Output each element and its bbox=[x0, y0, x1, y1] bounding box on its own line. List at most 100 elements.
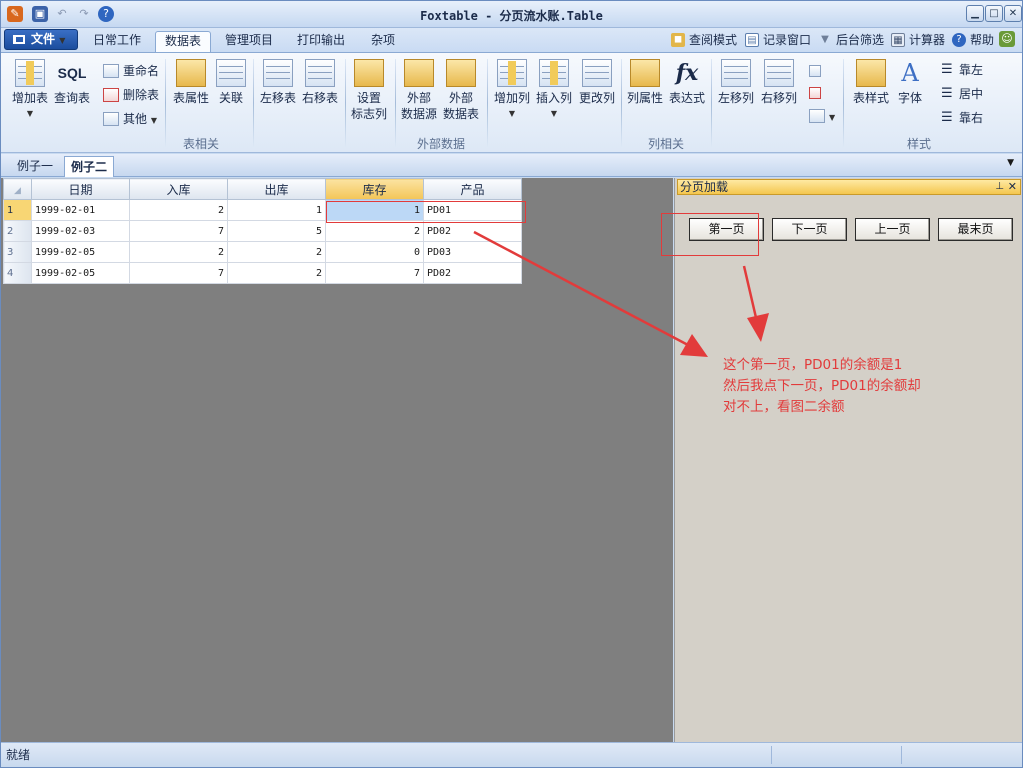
cell-product[interactable]: PD02 bbox=[423, 220, 522, 242]
view-mode-label: 查阅模式 bbox=[689, 33, 738, 47]
data-grid[interactable]: ◢ 日期 入库 出库 库存 产品 1 1999-02-01 2 1 1 PD01 bbox=[3, 178, 522, 284]
cell-in[interactable]: 7 bbox=[129, 220, 228, 242]
status-bar: 就绪 bbox=[1, 742, 1022, 767]
column-header-date[interactable]: 日期 bbox=[31, 178, 130, 200]
minimize-button[interactable]: ▁ bbox=[966, 5, 984, 22]
users-icon[interactable]: ☺ bbox=[999, 31, 1015, 47]
column-move-right-button[interactable]: 右移列 bbox=[758, 57, 800, 106]
delete-table-button[interactable]: 删除表 bbox=[103, 86, 159, 104]
close-panel-icon[interactable]: ✕ bbox=[1008, 180, 1017, 194]
grid-area: ◢ 日期 入库 出库 库存 产品 1 1999-02-01 2 1 1 PD01 bbox=[1, 178, 673, 742]
file-menu-icon bbox=[13, 35, 25, 44]
row-header[interactable]: 2 bbox=[3, 220, 32, 242]
cell-in[interactable]: 2 bbox=[129, 199, 228, 221]
add-column-icon bbox=[497, 59, 527, 87]
row-header[interactable]: 1 bbox=[3, 199, 32, 221]
align-right-button[interactable]: ☰ 靠右 bbox=[941, 109, 983, 127]
paging-panel: 分页加载 ⊥ ✕ 第一页 下一页 上一页 最末页 bbox=[674, 178, 1022, 742]
rename-button[interactable]: 重命名 bbox=[103, 62, 159, 80]
doc-tab-example2[interactable]: 例子二 bbox=[64, 156, 115, 177]
refresh-column-button[interactable] bbox=[809, 63, 825, 81]
status-text: 就绪 bbox=[6, 748, 31, 762]
move-table-left-button[interactable]: 左移表 bbox=[259, 57, 297, 106]
relation-button[interactable]: 关联 bbox=[215, 57, 247, 106]
cell-in[interactable]: 7 bbox=[129, 262, 228, 284]
tab-datatable[interactable]: 数据表 bbox=[155, 31, 211, 52]
column-grid-button[interactable]: ▼ bbox=[809, 107, 835, 125]
insert-column-button[interactable]: 插入列 ▼ bbox=[533, 57, 575, 122]
other-button[interactable]: 其他 ▼ bbox=[103, 110, 157, 128]
file-menu-label: 文件 bbox=[31, 32, 56, 46]
move-right-label: 右移表 bbox=[301, 91, 338, 105]
next-page-button[interactable]: 下一页 bbox=[772, 218, 847, 241]
panel-title: 分页加载 bbox=[680, 180, 729, 194]
grid-corner[interactable]: ◢ bbox=[3, 178, 32, 200]
tab-print[interactable]: 打印输出 bbox=[289, 31, 353, 52]
change-column-button[interactable]: 更改列 bbox=[576, 57, 618, 106]
doc-tab-example1[interactable]: 例子一 bbox=[11, 156, 59, 177]
rename-icon bbox=[103, 64, 119, 78]
close-button[interactable]: ✕ bbox=[1004, 5, 1022, 22]
cell-date[interactable]: 1999-02-05 bbox=[31, 241, 130, 263]
cell-stock[interactable]: 7 bbox=[325, 262, 424, 284]
help-link[interactable]: ? 帮助 bbox=[952, 31, 994, 49]
help-circle-icon: ? bbox=[952, 33, 966, 47]
expression-button[interactable]: fx 表达式 bbox=[667, 57, 707, 106]
column-props-button[interactable]: 列属性 bbox=[625, 57, 665, 106]
corner-triangle-icon: ◢ bbox=[14, 186, 21, 196]
column-move-left-button[interactable]: 左移列 bbox=[715, 57, 757, 106]
separator bbox=[345, 59, 346, 147]
move-table-right-button[interactable]: 右移表 bbox=[301, 57, 339, 106]
record-window-link[interactable]: ▤ 记录窗口 bbox=[745, 31, 811, 49]
tabs-dropdown-icon[interactable]: ▼ bbox=[1007, 158, 1014, 168]
move-right-icon bbox=[305, 59, 335, 87]
column-header-stock[interactable]: 库存 bbox=[325, 178, 424, 200]
align-center-button[interactable]: ☰ 居中 bbox=[941, 85, 983, 103]
pin-icon[interactable]: ⊥ bbox=[995, 180, 1004, 194]
cell-out[interactable]: 2 bbox=[227, 262, 326, 284]
add-column-button[interactable]: 增加列 ▼ bbox=[491, 57, 533, 122]
column-header-in[interactable]: 入库 bbox=[129, 178, 228, 200]
prev-page-button[interactable]: 上一页 bbox=[855, 218, 930, 241]
delete-column-button[interactable] bbox=[809, 85, 825, 103]
external-source-button[interactable]: 外部 数据源 bbox=[399, 57, 439, 122]
filter-link[interactable]: ▼ 后台筛选 bbox=[818, 31, 884, 49]
add-table-label: 增加表 bbox=[11, 91, 48, 105]
table-style-button[interactable]: 表样式 bbox=[849, 57, 893, 106]
maximize-button[interactable]: □ bbox=[985, 5, 1003, 22]
query-table-button[interactable]: SQL 查询表 bbox=[52, 57, 92, 106]
tab-misc[interactable]: 杂项 bbox=[363, 31, 403, 52]
last-page-button[interactable]: 最末页 bbox=[938, 218, 1013, 241]
font-button[interactable]: A 字体 bbox=[894, 57, 926, 106]
align-left-icon: ☰ bbox=[941, 62, 953, 77]
add-table-button[interactable]: 增加表 ▼ bbox=[9, 57, 51, 122]
cell-date[interactable]: 1999-02-05 bbox=[31, 262, 130, 284]
cell-date[interactable]: 1999-02-01 bbox=[31, 199, 130, 221]
cell-out[interactable]: 5 bbox=[227, 220, 326, 242]
cell-product[interactable]: PD03 bbox=[423, 241, 522, 263]
table-props-button[interactable]: 表属性 bbox=[171, 57, 211, 106]
row-header[interactable]: 4 bbox=[3, 262, 32, 284]
row-header[interactable]: 3 bbox=[3, 241, 32, 263]
tab-manage[interactable]: 管理项目 bbox=[217, 31, 281, 52]
group-label-column: 列相关 bbox=[647, 137, 684, 151]
other-icon bbox=[103, 112, 119, 126]
external-table-button[interactable]: 外部 数据表 bbox=[441, 57, 481, 122]
cell-date[interactable]: 1999-02-03 bbox=[31, 220, 130, 242]
cell-out[interactable]: 1 bbox=[227, 199, 326, 221]
cell-stock[interactable]: 0 bbox=[325, 241, 424, 263]
tab-daily[interactable]: 日常工作 bbox=[85, 31, 149, 52]
set-flag-column-button[interactable]: 设置 标志列 bbox=[349, 57, 389, 122]
calculator-link[interactable]: ▦ 计算器 bbox=[891, 31, 945, 49]
align-left-button[interactable]: ☰ 靠左 bbox=[941, 61, 983, 79]
chevron-down-icon: ▼ bbox=[59, 36, 66, 45]
cell-product[interactable]: PD02 bbox=[423, 262, 522, 284]
file-menu-button[interactable]: 文件 ▼ bbox=[4, 29, 78, 50]
view-mode-link[interactable]: ◼ 查阅模式 bbox=[671, 31, 737, 49]
cell-stock[interactable]: 2 bbox=[325, 220, 424, 242]
cell-out[interactable]: 2 bbox=[227, 241, 326, 263]
ext-table-label-2: 数据表 bbox=[442, 107, 479, 121]
column-header-out[interactable]: 出库 bbox=[227, 178, 326, 200]
column-header-product[interactable]: 产品 bbox=[423, 178, 522, 200]
cell-in[interactable]: 2 bbox=[129, 241, 228, 263]
